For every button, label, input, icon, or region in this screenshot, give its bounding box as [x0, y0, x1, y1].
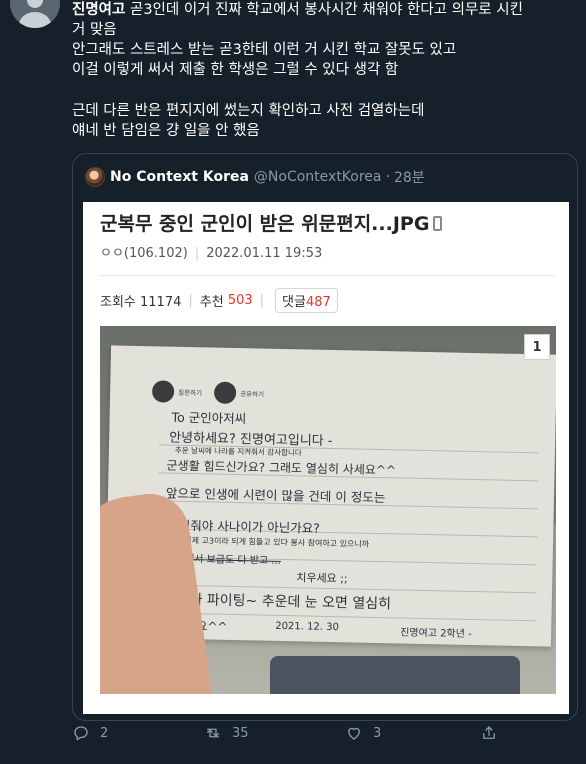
post-title-text: 군복무 중인 군인이 받은 위문편지...JPG	[100, 213, 430, 235]
quoted-tweet-time[interactable]: 28분	[394, 167, 425, 187]
quoted-user-avatar[interactable]	[85, 167, 105, 187]
quoted-tweet[interactable]: No Context Korea @NoContextKorea · 28분 군…	[72, 153, 578, 721]
letter-line: To 군인아저씨	[171, 409, 247, 427]
tweet-line-6: 얘네 반 담임은 걍 일을 안 했음	[72, 123, 260, 139]
tweet-line-5: 근데 다른 반은 편지지에 썼는지 확인하고 사전 검열하는데	[72, 103, 425, 119]
share-button[interactable]	[480, 724, 508, 742]
letter-icon-label-1: 질문하기	[178, 388, 203, 398]
retweet-button[interactable]: 35	[204, 724, 249, 742]
post-stats: 조회수 11174 | 추천 503 | 댓글487	[100, 288, 338, 313]
like-count: 3	[373, 725, 382, 741]
like-button[interactable]: 3	[345, 724, 381, 742]
sleeve	[270, 656, 520, 694]
letter-line: 이겨줘야 사나이가 아닌가요?	[167, 517, 321, 536]
phone-icon	[433, 216, 443, 231]
photo-index-badge: 1	[524, 334, 550, 360]
share-icon	[483, 726, 495, 739]
letter-line: 저도 이제 고3이라 되게 힘들고 있다 봉사 참여하고 있으니까	[166, 535, 370, 549]
retweet-count: 35	[232, 725, 249, 741]
comment-count-badge: 댓글487	[275, 288, 338, 313]
retweet-icon	[207, 728, 219, 738]
recommend-label: 추천	[199, 295, 224, 310]
tweet-author-name[interactable]: 진명여고	[72, 2, 125, 18]
tweet-text: 진명여고 곧3인데 이거 진짜 학교에서 봉사시간 채워야 한다고 의무로 시킨…	[72, 0, 577, 141]
post-meta: ㅇㅇ(106.102) | 2022.01.11 19:53	[100, 246, 323, 261]
comment-label: 댓글	[282, 295, 306, 310]
tweet-line-3: 안그래도 스트레스 받는 곧3한테 이런 거 시킨 학교 잘못도 있고	[72, 42, 457, 58]
tweet-line-2: 거 맞음	[72, 22, 117, 38]
letter-photo: 질문하기 공유하기 To 군인아저씨 안녕하세요? 진명여고입니다 - 추운 날…	[100, 326, 556, 694]
reply-count: 2	[100, 725, 109, 741]
views-count: 조회수 11174	[100, 295, 182, 310]
post-author: ㅇㅇ(106.102)	[100, 246, 188, 261]
letter-line: 앞으로 인생에 시련이 많을 건데 이 정도는	[165, 485, 386, 506]
divider	[100, 275, 555, 276]
tweet-line-4: 이걸 이렇게 써서 제출 한 학생은 그럴 수 있다 생각 함	[72, 62, 399, 78]
recommend-count: 503	[227, 293, 253, 308]
letter-line: 군생활 힘드신가요? 그래도 열심히 사세요^^	[166, 458, 397, 478]
quoted-tweet-image[interactable]: 군복무 중인 군인이 받은 위문편지...JPG ㅇㅇ(106.102) | 202…	[83, 202, 569, 714]
quoted-user-name[interactable]: No Context Korea	[110, 169, 249, 185]
comment-count: 487	[305, 295, 331, 310]
letter-icon-label-2: 공유하기	[240, 390, 265, 399]
tweet-actions: 2 35 3	[72, 724, 502, 748]
like-icon	[348, 727, 360, 740]
quoted-tweet-header: No Context Korea @NoContextKorea · 28분	[85, 166, 425, 188]
user-avatar[interactable]	[10, 0, 60, 28]
separator-dot: ·	[385, 169, 390, 185]
share-stamp-icon	[213, 381, 237, 404]
post-title: 군복무 중인 군인이 받은 위문편지...JPG	[100, 209, 443, 236]
quoted-user-handle[interactable]: @NoContextKorea	[254, 169, 382, 185]
reply-button[interactable]: 2	[72, 724, 108, 742]
tweet-line-1: 곧3인데 이거 진짜 학교에서 봉사시간 채워야 한다고 의무로 시킨	[125, 2, 523, 18]
question-icon	[151, 380, 175, 403]
letter-date: 2021. 12. 30	[275, 620, 339, 634]
letter-line: 치우세요 ;;	[296, 571, 348, 586]
post-date: 2022.01.11 19:53	[206, 246, 323, 261]
reply-icon	[74, 726, 88, 741]
letter-signature: 진명여고 2학년 -	[400, 627, 472, 640]
